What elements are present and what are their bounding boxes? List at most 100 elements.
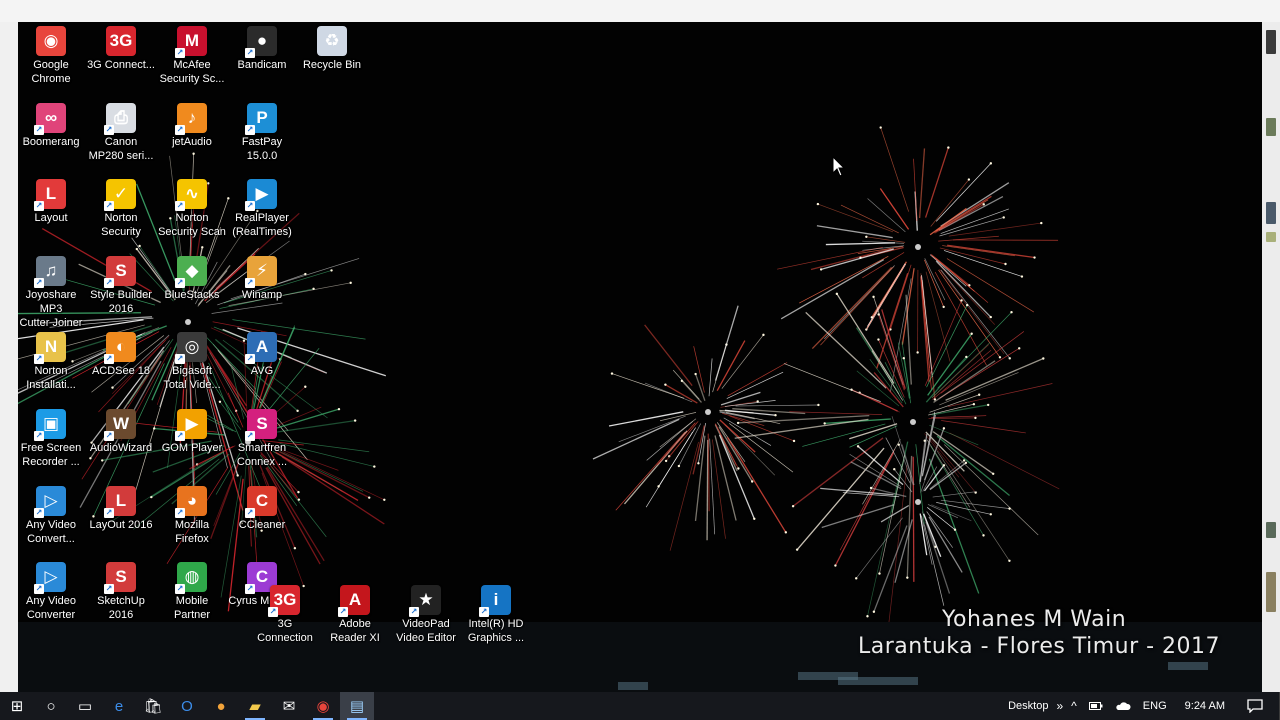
desktop-shortcut[interactable]: ∿ ↗ Norton Security Scan [157,179,227,253]
desktop-shortcut[interactable]: ▷ ↗ Any Video Converter [18,562,86,636]
clock[interactable]: 9:24 AM [1173,692,1237,720]
task-view-icon[interactable]: ▭ [68,692,102,720]
desktop-shortcut-label: SketchUp 2016 [97,595,145,621]
desktop[interactable]: ◉ Google Chrome 3G 3G Connect... M ↗ McAfee Se… [18,22,1262,692]
shortcut-arrow-icon: ↗ [34,201,44,211]
desktop-shortcut[interactable]: ★ ↗ VideoPad Video Editor [391,585,461,659]
ccleaner-icon: C ↗ [245,486,277,518]
desktop-shortcut[interactable]: ♻ Recycle Bin [297,26,367,100]
desktop-shortcut[interactable]: ♫ ↗ Joyoshare MP3 Cutter Joiner [18,256,86,330]
desktop-shortcut-label: Any Video Convert... [26,519,76,545]
desktop-shortcut[interactable]: i ↗ Intel(R) HD Graphics ... [461,585,531,659]
desktop-shortcut[interactable]: ▣ ↗ Free Screen Recorder ... [18,409,86,483]
desktop-shortcut[interactable]: ♪ ↗ jetAudio [157,103,227,177]
onedrive-cloud-icon[interactable] [1109,692,1137,720]
desktop-shortcut[interactable]: ◕ ↗ Mozilla Firefox [157,486,227,560]
norton-scan-icon: ∿ ↗ [175,179,207,211]
chrome-taskbar-icon[interactable]: ◉ [306,692,340,720]
desktop-shortcut[interactable]: P ↗ FastPay 15.0.0 [227,103,297,177]
taskbar: ⊞ ○ ▭ e 🛍 O ● ▰ ✉ ◉ ▤ Desktop » ^ ENG 9:24 AM [0,692,1280,720]
edge-icon[interactable]: e [102,692,136,720]
desktop-shortcut[interactable]: ▶ ↗ GOM Player [157,409,227,483]
store-icon[interactable]: 🛍 [136,692,170,720]
bigasoft-icon: ◎ ↗ [175,332,207,364]
desktop-shortcut-label: Winamp [241,289,283,301]
shortcut-arrow-icon: ↗ [245,278,255,288]
desktop-shortcut-label: RealPlayer (RealTimes) [232,212,292,238]
desktop-shortcut[interactable]: L ↗ Layout [18,179,86,253]
cortana-icon[interactable]: ○ [34,692,68,720]
shortcut-arrow-icon: ↗ [245,431,255,441]
show-hidden-icons-icon[interactable]: ^ [1065,692,1083,720]
desktop-shortcut-label: BlueStacks [164,289,220,301]
chrome-icon: ◉ [36,26,66,56]
mobile-partner-icon: ◍ ↗ [175,562,207,594]
desktop-shortcut[interactable]: ◆ ↗ BlueStacks [157,256,227,330]
desktop-shortcut-label: McAfee Security Sc... [159,59,225,85]
desktop-shortcut[interactable]: S ↗ Smartfren Connex ... [227,409,297,483]
desktop-shortcut-label: Free Screen Recorder ... [20,442,82,468]
bluestacks-icon: ◆ ↗ [175,256,207,288]
desktop-shortcut[interactable]: 3G ↗ 3G Connection [250,585,320,659]
desktop-shortcut[interactable]: W ↗ AudioWizard [86,409,156,483]
desktop-shortcut[interactable]: ◐ ↗ ACDSee 18 [86,332,156,406]
windows-start-icon[interactable]: ⊞ [0,692,34,720]
shortcut-arrow-icon: ↗ [245,201,255,211]
desktop-shortcut-label: Norton Installati... [26,365,76,391]
desktop-shortcut[interactable]: 3G 3G Connect... [86,26,156,100]
shortcut-arrow-icon: ↗ [175,48,185,58]
shortcut-arrow-icon: ↗ [104,354,114,364]
desktop-shortcut[interactable]: ◎ ↗ Bigasoft Total Vide... [157,332,227,406]
shortcut-arrow-icon: ↗ [104,125,114,135]
norton-security-icon: ✓ ↗ [104,179,136,211]
recycle-bin-icon: ♻ [317,26,347,56]
shortcut-arrow-icon: ↗ [34,354,44,364]
mail-icon[interactable]: ✉ [272,692,306,720]
jetaudio-icon: ♪ ↗ [175,103,207,135]
desktop-shortcut-label: Boomerang [22,136,80,148]
desktop-shortcut[interactable]: ◉ Google Chrome [18,26,86,100]
desktop-shortcut-label: FastPay 15.0.0 [241,136,283,162]
watermark-location: Larantuka - Flores Timur - 2017 [858,634,1221,659]
shortcut-arrow-icon: ↗ [175,354,185,364]
desktop-shortcut[interactable]: ● ↗ Bandicam [227,26,297,100]
window-top-border [0,0,1280,22]
desktop-shortcut[interactable]: ⎙ ↗ Canon MP280 seri... [86,103,156,177]
language-indicator[interactable]: ENG [1137,692,1173,720]
desktop-shortcut[interactable]: A ↗ AVG [227,332,297,406]
desktop-shortcut[interactable]: A ↗ Adobe Reader XI [320,585,390,659]
desktop-shortcut[interactable]: ◍ ↗ Mobile Partner [157,562,227,636]
desktop-shortcut-label: Style Builder 2016 [90,289,152,315]
boomerang-icon: ∞ ↗ [34,103,66,135]
desktop-shortcut[interactable]: ∞ ↗ Boomerang [18,103,86,177]
shortcut-arrow-icon: ↗ [175,584,185,594]
desktop-shortcut[interactable]: L ↗ LayOut 2016 [86,486,156,560]
desktop-shortcut[interactable]: ▷ ↗ Any Video Convert... [18,486,86,560]
acdsee-icon: ◐ ↗ [104,332,136,364]
battery-icon[interactable] [1083,692,1109,720]
desktop-shortcut-label: Bandicam [237,59,287,71]
file-explorer-icon[interactable]: ▰ [238,692,272,720]
adobe-reader-icon: A ↗ [338,585,370,617]
desktop-shortcut[interactable]: M ↗ McAfee Security Sc... [157,26,227,100]
app-orange-icon[interactable]: ● [204,692,238,720]
desktop-shortcut-label: Intel(R) HD Graphics ... [467,618,525,644]
desktop-shortcut[interactable]: N ↗ Norton Installati... [18,332,86,406]
notepad-icon[interactable]: ▤ [340,692,374,720]
desktop-shortcut[interactable]: C ↗ CCleaner [227,486,297,560]
outlook-icon[interactable]: O [170,692,204,720]
desktop-shortcut[interactable]: ⚡ ↗ Winamp [227,256,297,330]
watermark-author: Yohanes M Wain [942,607,1127,632]
desktop-shortcut[interactable]: ▶ ↗ RealPlayer (RealTimes) [227,179,297,253]
desktop-shortcut[interactable]: S ↗ SketchUp 2016 [86,562,156,636]
desktop-shortcut[interactable]: ✓ ↗ Norton Security [86,179,156,253]
firefox-icon: ◕ ↗ [175,486,207,518]
audiowizard-icon: W ↗ [104,409,136,441]
desktop-toolbar-label[interactable]: Desktop [1002,692,1054,720]
desktop-shortcut-label: Any Video Converter [26,595,76,621]
toolbar-chevron-icon[interactable]: » [1054,692,1065,720]
layout-2016-icon: L ↗ [104,486,136,518]
desktop-shortcut[interactable]: S ↗ Style Builder 2016 [86,256,156,330]
action-center-icon[interactable] [1237,692,1273,720]
desktop-shortcut-label: LayOut 2016 [89,519,153,531]
